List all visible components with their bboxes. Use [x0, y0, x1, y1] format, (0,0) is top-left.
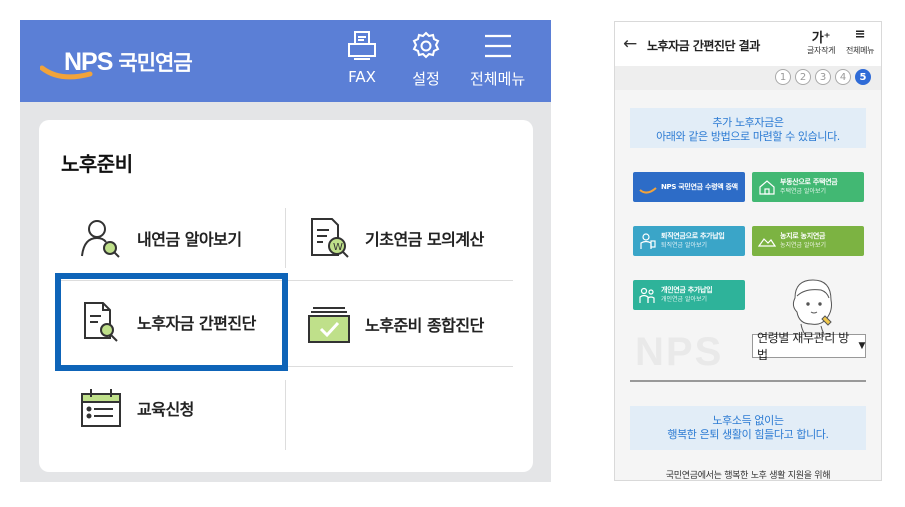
fax-button[interactable]: FAX — [346, 30, 378, 94]
step-2: 2 — [795, 69, 811, 85]
banner-line: 노후소득 없이는 — [712, 414, 784, 427]
worker-icon — [640, 233, 656, 249]
info-banner-2: 노후소득 없이는 행복한 은퇴 생활이 힘들다고 합니다. — [630, 406, 866, 450]
house-icon — [759, 180, 775, 195]
person-search-icon — [81, 220, 120, 258]
text-smaller-button[interactable]: 가⁺ 글자작게 — [807, 27, 836, 56]
select-label: 연령별 재무관리 방법 — [757, 331, 849, 362]
option-sub: 주택연금 알아보기 — [780, 188, 827, 195]
option-personal-pension[interactable]: 개인연금 추가납입개인연금 알아보기 — [633, 280, 745, 310]
step-4: 4 — [835, 69, 851, 85]
result-topbar: ← 노후자금 간편진단 결과 가⁺ 글자작게 ≡ 전체메뉴 — [615, 22, 881, 66]
banner-line: 추가 노후자금은 — [712, 116, 784, 129]
svg-text:W: W — [333, 242, 343, 253]
option-title: 부동산으로 주택연금 — [780, 178, 838, 186]
option-title: NPS 국민연금 수령액 증액 — [661, 183, 738, 191]
text-smaller-label: 글자작게 — [807, 46, 836, 55]
card-title: 노후준비 — [61, 152, 133, 176]
tray-check-icon — [308, 307, 350, 343]
option-nps-increase[interactable]: NPS 국민연금 수령액 증액 — [633, 172, 745, 202]
left-app-screen: NPS 국민연금 FAX 설정 전체메뉴 노후준비 내연금 알아보기 W 기초연… — [20, 20, 551, 482]
step-3: 3 — [815, 69, 831, 85]
menu-item-label: 내연금 알아보기 — [137, 230, 242, 249]
farm-icon — [758, 238, 776, 247]
all-menu-button[interactable]: ≡ 전체메뉴 — [846, 27, 875, 56]
family-icon — [639, 287, 655, 303]
nps-watermark: NPS — [635, 330, 724, 374]
document-won-icon: W — [311, 218, 349, 258]
app-header: NPS 국민연금 FAX 설정 전체메뉴 — [20, 20, 551, 102]
section-divider — [630, 380, 866, 382]
calendar-list-icon — [81, 389, 121, 427]
option-sub: 농지연금 알아보기 — [780, 242, 827, 249]
option-sub: 개인연금 알아보기 — [661, 296, 708, 303]
option-title: 퇴직연금으로 추가납입 — [661, 232, 725, 240]
option-farmland-pension[interactable]: 농지로 농지연금농지연금 알아보기 — [752, 226, 864, 256]
divider — [285, 208, 286, 268]
step-indicator: 1 2 3 4 5 — [615, 66, 881, 90]
settings-label: 설정 — [412, 70, 440, 88]
highlight-box — [55, 273, 288, 371]
menu-item-label: 교육신청 — [137, 400, 194, 419]
back-arrow-icon[interactable]: ← — [623, 34, 637, 54]
banner-line: 아래와 같은 방법으로 마련할 수 있습니다. — [656, 130, 840, 143]
text-size-icon: 가⁺ — [811, 31, 831, 46]
dropdown-arrow-icon: ▼ — [858, 341, 865, 351]
logo-text: NPS — [64, 47, 113, 76]
all-menu-label: 전체메뉴 — [470, 70, 526, 88]
result-content: 추가 노후자금은 아래와 같은 방법으로 마련할 수 있습니다. NPS 국민연… — [615, 90, 881, 481]
option-sub: 퇴직연금 알아보기 — [661, 242, 708, 249]
fax-label: FAX — [348, 68, 376, 86]
all-menu-button[interactable]: 전체메뉴 — [470, 30, 525, 94]
bottom-text: 국민연금에서는 행복한 노후 생활 지원을 위해 — [665, 471, 831, 481]
settings-button[interactable]: 설정 — [410, 30, 442, 94]
gear-icon — [412, 31, 440, 59]
menu-item-education-request[interactable]: 교육신청 — [79, 386, 194, 430]
menu-icon — [484, 34, 511, 58]
menu-item-label: 기초연금 모의계산 — [365, 230, 484, 249]
divider — [285, 380, 286, 450]
page-title: 노후자금 간편진단 결과 — [647, 39, 760, 53]
menu-item-label: 노후준비 종합진단 — [365, 316, 484, 335]
info-banner: 추가 노후자금은 아래와 같은 방법으로 마련할 수 있습니다. — [630, 108, 866, 148]
option-title: 개인연금 추가납입 — [661, 286, 713, 294]
menu-icon: ≡ — [854, 27, 866, 42]
step-1: 1 — [775, 69, 791, 85]
step-5-active: 5 — [855, 69, 871, 85]
nps-logo-icon — [639, 187, 657, 194]
menu-item-my-pension[interactable]: 내연금 알아보기 — [79, 216, 242, 260]
menu-item-basic-pension-calc[interactable]: W 기초연금 모의계산 — [307, 216, 484, 260]
logo-name: 국민연금 — [118, 51, 192, 75]
option-title: 농지로 농지연금 — [780, 232, 826, 240]
fax-icon — [348, 31, 376, 60]
all-menu-label: 전체메뉴 — [846, 46, 875, 55]
option-housing-pension[interactable]: 부동산으로 주택연금주택연금 알아보기 — [752, 172, 864, 202]
age-finance-select[interactable]: 연령별 재무관리 방법 ▼ — [752, 331, 866, 362]
right-app-screen: ← 노후자금 간편진단 결과 가⁺ 글자작게 ≡ 전체메뉴 1 2 3 4 5 … — [614, 21, 882, 481]
banner-line: 행복한 은퇴 생활이 힘들다고 합니다. — [667, 428, 829, 441]
option-retirement-pension[interactable]: 퇴직연금으로 추가납입퇴직연금 알아보기 — [633, 226, 745, 256]
menu-item-comprehensive-diagnosis[interactable]: 노후준비 종합진단 — [307, 302, 484, 346]
nps-logo[interactable]: NPS 국민연금 — [40, 42, 193, 82]
